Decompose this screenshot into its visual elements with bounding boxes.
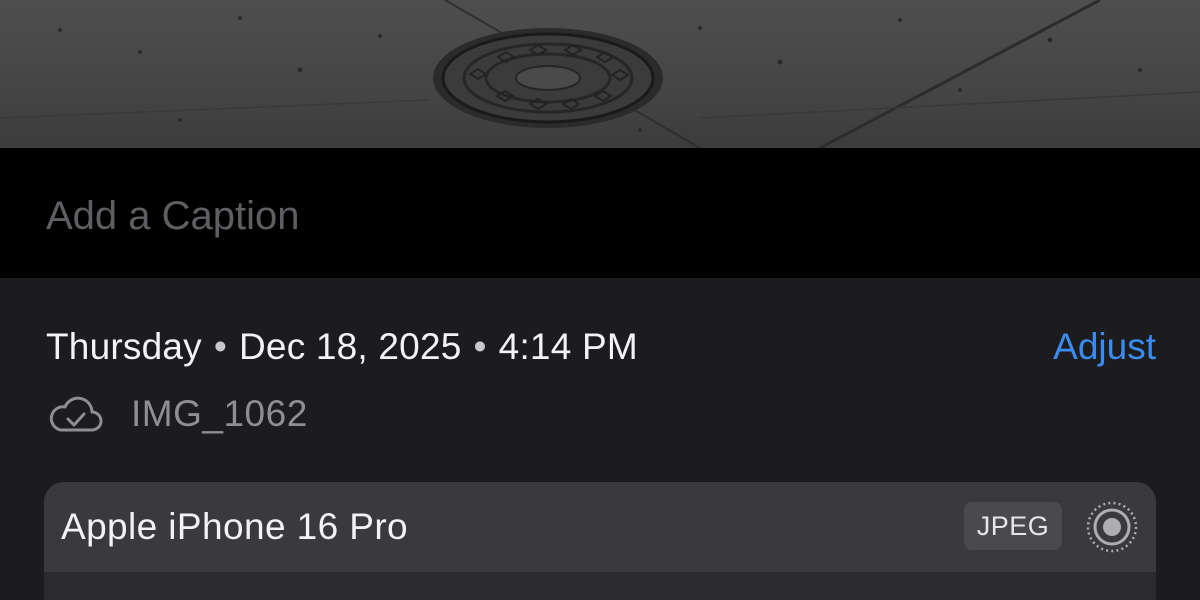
file-name-row: IMG_1062 xyxy=(46,392,308,436)
capture-day: Thursday xyxy=(46,326,202,367)
live-photo-icon[interactable] xyxy=(1084,499,1140,555)
device-info-card: Apple iPhone 16 Pro JPEG xyxy=(44,482,1156,600)
format-badge: JPEG xyxy=(964,502,1062,550)
separator-dot: • xyxy=(213,326,227,367)
device-header: Apple iPhone 16 Pro JPEG xyxy=(44,482,1156,572)
capture-date: Dec 18, 2025 xyxy=(239,326,462,367)
separator-dot: • xyxy=(473,326,487,367)
photo-info-screen: Thursday • Dec 18, 2025 • 4:14 PM Adjust IMG… xyxy=(0,0,1200,600)
capture-time: 4:14 PM xyxy=(498,326,638,367)
icloud-icon xyxy=(49,396,103,432)
capture-date-time: Thursday • Dec 18, 2025 • 4:14 PM xyxy=(46,326,638,368)
device-name: Apple iPhone 16 Pro xyxy=(61,506,409,547)
photo-preview[interactable] xyxy=(0,0,1200,148)
manhole-photo xyxy=(0,0,1200,148)
caption-input[interactable] xyxy=(46,188,1146,244)
adjust-date-button[interactable]: Adjust xyxy=(1053,326,1156,368)
file-name: IMG_1062 xyxy=(131,393,308,434)
